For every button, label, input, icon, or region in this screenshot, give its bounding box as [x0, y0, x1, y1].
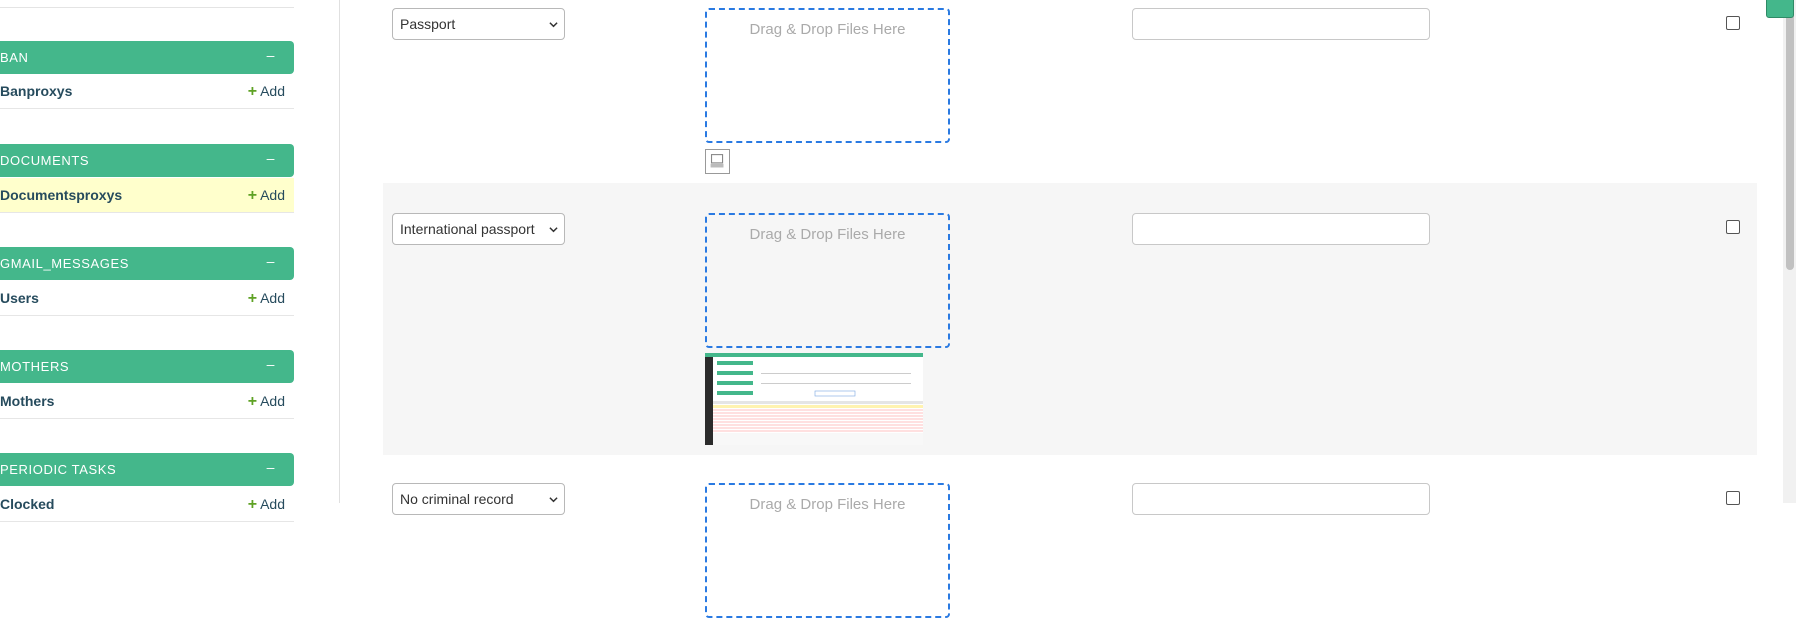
- module-caption: DOCUMENTS: [0, 153, 90, 168]
- sidebar-divider: [0, 7, 294, 8]
- module-header-periodic-tasks: PERIODIC TASKS –: [0, 453, 294, 486]
- doc-type-select[interactable]: Passport: [392, 8, 565, 40]
- collapse-toggle[interactable]: –: [267, 39, 275, 72]
- text-field[interactable]: [1132, 8, 1430, 40]
- add-link[interactable]: + Add: [248, 384, 285, 419]
- add-label: Add: [260, 83, 285, 99]
- screenshot-thumbnail: [705, 353, 923, 445]
- doc-type-select[interactable]: International passport: [392, 213, 565, 245]
- module-caption: BAN: [0, 50, 29, 65]
- plus-icon: +: [247, 187, 258, 204]
- add-link[interactable]: + Add: [248, 178, 285, 213]
- select-value: No criminal record: [400, 491, 514, 507]
- add-link[interactable]: + Add: [248, 281, 285, 316]
- doc-type-select[interactable]: No criminal record: [392, 483, 565, 515]
- select-value: Passport: [400, 16, 456, 32]
- sidebar-item-documentsproxys: Documentsproxys + Add: [0, 178, 294, 213]
- inline-row-passport: Passport Drag & Drop Files Here: [383, 0, 1757, 183]
- plus-icon: +: [247, 393, 258, 410]
- sidebar-item-mothers: Mothers + Add: [0, 384, 294, 419]
- image-file-icon: [710, 154, 724, 168]
- module-header-mothers: MOTHERS –: [0, 350, 294, 383]
- vertical-scrollbar[interactable]: [1783, 0, 1796, 503]
- module-header-documents: DOCUMENTS –: [0, 144, 294, 177]
- add-label: Add: [260, 393, 285, 409]
- inline-row-international-passport: International passport Drag & Drop Files…: [383, 183, 1757, 455]
- text-field[interactable]: [1132, 483, 1430, 515]
- file-dropzone[interactable]: Drag & Drop Files Here: [705, 483, 950, 618]
- file-dropzone[interactable]: Drag & Drop Files Here: [705, 8, 950, 143]
- sidebar-item-clocked: Clocked + Add: [0, 487, 294, 522]
- content-divider: [339, 0, 340, 503]
- sidebar-item-banproxys: Banproxys + Add: [0, 74, 294, 109]
- collapse-toggle[interactable]: –: [267, 142, 275, 175]
- uploaded-file-thumbnail[interactable]: [705, 353, 923, 445]
- sidebar-item-users: Users + Add: [0, 281, 294, 316]
- chevron-down-icon: [549, 227, 558, 233]
- dropzone-text: Drag & Drop Files Here: [749, 21, 906, 38]
- scrollbar-thumb[interactable]: [1786, 0, 1794, 270]
- add-label: Add: [260, 187, 285, 203]
- module-caption: PERIODIC TASKS: [0, 462, 117, 477]
- module-caption: MOTHERS: [0, 359, 70, 374]
- collapse-toggle[interactable]: –: [267, 245, 275, 278]
- dropzone-text: Drag & Drop Files Here: [749, 496, 906, 513]
- plus-icon: +: [247, 290, 258, 307]
- file-preview-icon[interactable]: [705, 149, 730, 174]
- add-label: Add: [260, 290, 285, 306]
- model-link[interactable]: Mothers: [0, 384, 54, 419]
- collapse-toggle[interactable]: –: [267, 348, 275, 381]
- chevron-down-icon: [549, 22, 558, 28]
- dropzone-text: Drag & Drop Files Here: [749, 226, 906, 243]
- model-link[interactable]: Documentsproxys: [0, 178, 122, 213]
- add-label: Add: [260, 496, 285, 512]
- add-link[interactable]: + Add: [248, 74, 285, 109]
- collapse-toggle[interactable]: –: [267, 451, 275, 484]
- text-field[interactable]: [1132, 213, 1430, 245]
- plus-icon: +: [247, 496, 258, 513]
- model-link[interactable]: Users: [0, 281, 39, 316]
- add-link[interactable]: + Add: [248, 487, 285, 522]
- file-dropzone[interactable]: Drag & Drop Files Here: [705, 213, 950, 348]
- model-link[interactable]: Banproxys: [0, 74, 72, 109]
- module-caption: GMAIL_MESSAGES: [0, 256, 130, 271]
- plus-icon: +: [247, 83, 258, 100]
- delete-checkbox[interactable]: [1726, 220, 1740, 234]
- inline-row-no-criminal-record: No criminal record Drag & Drop Files Her…: [383, 455, 1757, 618]
- delete-checkbox[interactable]: [1726, 16, 1740, 30]
- module-header-gmail-messages: GMAIL_MESSAGES –: [0, 247, 294, 280]
- corner-action-button[interactable]: [1766, 0, 1794, 18]
- nav-sidebar: BAN – Banproxys + Add DOCUMENTS – Documen…: [0, 0, 294, 522]
- model-link[interactable]: Clocked: [0, 487, 54, 522]
- select-value: International passport: [400, 221, 535, 237]
- module-header-ban: BAN –: [0, 41, 294, 74]
